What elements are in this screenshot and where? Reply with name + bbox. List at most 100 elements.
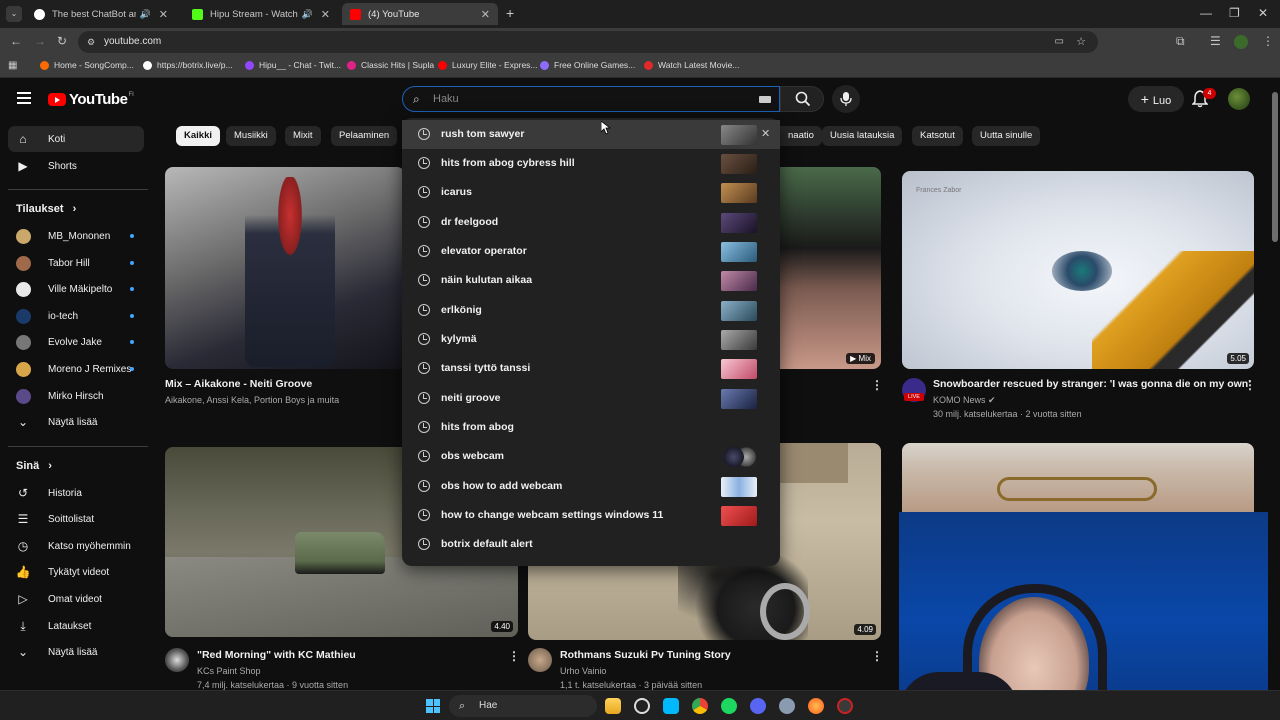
cast-icon[interactable]: ▭ bbox=[1055, 31, 1064, 53]
voice-search-button[interactable] bbox=[832, 85, 860, 113]
suggestion-item[interactable]: elevator operator bbox=[402, 237, 780, 266]
sidebar-item-shorts[interactable]: ▶ Shorts bbox=[8, 153, 144, 179]
obs-icon[interactable] bbox=[634, 698, 650, 714]
channel-name[interactable]: Urho Vainio bbox=[560, 666, 606, 676]
channel-avatar-komo[interactable]: LIVE bbox=[902, 378, 926, 402]
video-thumbnail-snowboarder[interactable]: Frances Zabor 5.05 bbox=[902, 171, 1254, 369]
chip-music[interactable]: Musiikki bbox=[226, 126, 276, 146]
video-title[interactable]: Mix – Aikakone - Neiti Groove bbox=[165, 378, 312, 390]
video-menu-icon[interactable]: ⋮ bbox=[871, 649, 883, 663]
suggestion-item[interactable]: hits from abog cybress hill bbox=[402, 149, 780, 178]
video-thumbnail-glasses[interactable] bbox=[902, 443, 1254, 513]
search-input[interactable] bbox=[433, 90, 733, 108]
close-tab-icon[interactable]: ✕ bbox=[321, 8, 330, 21]
suggestion-item[interactable]: icarus bbox=[402, 178, 780, 207]
reading-list-icon[interactable]: ☰ bbox=[1210, 34, 1221, 48]
new-tab-button[interactable]: + bbox=[506, 5, 514, 21]
sidebar-sub-evolve-jake[interactable]: Evolve Jake bbox=[8, 329, 144, 355]
bookmark-supla[interactable]: Classic Hits | Supla bbox=[347, 60, 434, 70]
settings-icon[interactable] bbox=[779, 698, 795, 714]
suggestion-item[interactable]: botrix default alert bbox=[402, 530, 780, 559]
close-tab-icon[interactable]: ✕ bbox=[159, 8, 168, 21]
bookmark-twitch[interactable]: Hipu__ - Chat - Twit... bbox=[245, 60, 341, 70]
chip-gaming[interactable]: Pelaaminen bbox=[331, 126, 398, 146]
suggestion-item[interactable]: näin kulutan aikaa bbox=[402, 266, 780, 295]
chrome-icon[interactable] bbox=[692, 698, 708, 714]
minimize-icon[interactable]: — bbox=[1200, 6, 1212, 20]
hamburger-menu-icon[interactable] bbox=[17, 92, 31, 104]
suggestion-item[interactable]: obs how to add webcam bbox=[402, 472, 780, 501]
bookmark-games[interactable]: Free Online Games... bbox=[540, 60, 635, 70]
channel-name[interactable]: KCs Paint Shop bbox=[197, 666, 261, 676]
video-menu-icon[interactable]: ⋮ bbox=[871, 378, 883, 392]
close-window-icon[interactable]: ✕ bbox=[1258, 6, 1268, 20]
bookmark-luxury[interactable]: Luxury Elite - Expres... bbox=[438, 60, 538, 70]
chip-animation[interactable]: naatio bbox=[780, 126, 822, 146]
sidebar-you-show-more[interactable]: ⌄ Näytä lisää bbox=[8, 639, 144, 665]
sidebar-sub-moreno-j[interactable]: Moreno J Remixes bbox=[8, 356, 144, 382]
video-title[interactable]: "Red Morning" with KC Mathieu bbox=[197, 649, 356, 661]
reload-icon[interactable]: ↻ bbox=[57, 34, 67, 48]
sidebar-sub-tabor-hill[interactable]: Tabor Hill bbox=[8, 250, 144, 276]
audio-icon[interactable]: 🔊 bbox=[302, 9, 313, 20]
chip-new-uploads[interactable]: Uusia latauksia bbox=[822, 126, 903, 146]
sidebar-sub-ville-makipelto[interactable]: Ville Mäkipelto bbox=[8, 276, 144, 302]
subscriptions-heading[interactable]: Tilaukset › bbox=[16, 203, 76, 215]
remove-suggestion-icon[interactable]: ✕ bbox=[761, 127, 770, 140]
spotify-icon[interactable] bbox=[721, 698, 737, 714]
site-info-icon[interactable]: ⚙ bbox=[87, 31, 95, 53]
sidebar-item-home[interactable]: ⌂ Koti bbox=[8, 126, 144, 152]
sidebar-sub-mirko-hirsch[interactable]: Mirko Hirsch bbox=[8, 383, 144, 409]
sidebar-item-history[interactable]: ↺ Historia bbox=[8, 480, 144, 506]
video-title[interactable]: Snowboarder rescued by stranger: 'I was … bbox=[933, 378, 1251, 390]
sidebar-item-my-videos[interactable]: ▷ Omat videot bbox=[8, 586, 144, 612]
maximize-icon[interactable]: ❐ bbox=[1229, 6, 1240, 20]
bookmark-botrix[interactable]: https://botrix.live/p... bbox=[143, 60, 233, 70]
close-tab-icon[interactable]: ✕ bbox=[481, 8, 490, 21]
page-scrollbar-thumb[interactable] bbox=[1272, 92, 1278, 242]
profile-icon[interactable] bbox=[1234, 35, 1248, 49]
you-heading[interactable]: Sinä › bbox=[16, 460, 52, 472]
suggestion-item[interactable]: obs webcam bbox=[402, 442, 780, 471]
extensions-icon[interactable]: ⧉ bbox=[1176, 34, 1185, 49]
suggestion-item[interactable]: erlkönig bbox=[402, 296, 780, 325]
logitech-icon[interactable] bbox=[663, 698, 679, 714]
sidebar-sub-io-tech[interactable]: io-tech bbox=[8, 303, 144, 329]
suggestion-item[interactable]: dr feelgood bbox=[402, 208, 780, 237]
suggestion-item[interactable]: how to change webcam settings windows 11 bbox=[402, 501, 780, 530]
search-button[interactable] bbox=[780, 86, 824, 112]
taskbar-search[interactable]: ⌕ Hae bbox=[449, 695, 597, 717]
bookmark-movies[interactable]: Watch Latest Movie... bbox=[644, 60, 739, 70]
video-thumbnail-mix[interactable]: ▶ Mix bbox=[770, 167, 881, 369]
address-bar[interactable]: ⚙ youtube.com ▭ ☆ bbox=[78, 31, 1098, 53]
chip-new-to-you[interactable]: Uutta sinulle bbox=[972, 126, 1041, 146]
forward-icon[interactable]: → bbox=[34, 34, 46, 48]
video-menu-icon[interactable]: ⋮ bbox=[508, 649, 520, 663]
tab-hipu[interactable]: Hipu Stream - Watch Live o 🔊 ✕ bbox=[184, 3, 338, 25]
bookmark-songcomp[interactable]: Home - SongComp... bbox=[40, 60, 134, 70]
windows-start-icon[interactable] bbox=[426, 699, 440, 713]
sidebar-item-downloads[interactable]: ⤓ Lataukset bbox=[8, 613, 144, 639]
sidebar-item-watch-later[interactable]: ◷ Katso myöhemmin bbox=[8, 533, 144, 559]
discord-icon[interactable] bbox=[750, 698, 766, 714]
back-icon[interactable]: ← bbox=[10, 34, 22, 48]
apps-grid-icon[interactable]: ▦ bbox=[8, 60, 17, 71]
channel-avatar-kcs[interactable] bbox=[165, 648, 189, 672]
suggestion-item[interactable]: hits from abog bbox=[402, 413, 780, 442]
suggestion-item[interactable]: kylymä bbox=[402, 325, 780, 354]
channel-avatar-urho[interactable] bbox=[528, 648, 552, 672]
tab-youtube[interactable]: (4) YouTube ✕ bbox=[342, 3, 498, 25]
create-button[interactable]: + Luo bbox=[1128, 86, 1184, 112]
chip-mixes[interactable]: Mixit bbox=[285, 126, 321, 146]
tab-search-icon[interactable]: ⌄ bbox=[6, 6, 22, 22]
sidebar-subs-show-more[interactable]: ⌄ Näytä lisää bbox=[8, 409, 144, 435]
firefox-icon[interactable] bbox=[808, 698, 824, 714]
youtube-logo[interactable]: YouTube FI bbox=[48, 91, 134, 108]
file-explorer-icon[interactable] bbox=[605, 698, 621, 714]
sidebar-sub-mb-mononen[interactable]: MB_Mononen bbox=[8, 223, 144, 249]
suggestion-item[interactable]: rush tom sawyer ✕ bbox=[402, 120, 780, 149]
sidebar-item-playlists[interactable]: ☰ Soittolistat bbox=[8, 506, 144, 532]
app-icon[interactable] bbox=[837, 698, 853, 714]
bookmark-star-icon[interactable]: ☆ bbox=[1076, 31, 1086, 53]
tab-chatbot[interactable]: The best ChatBot and Widg 🔊 ✕ bbox=[26, 3, 176, 25]
